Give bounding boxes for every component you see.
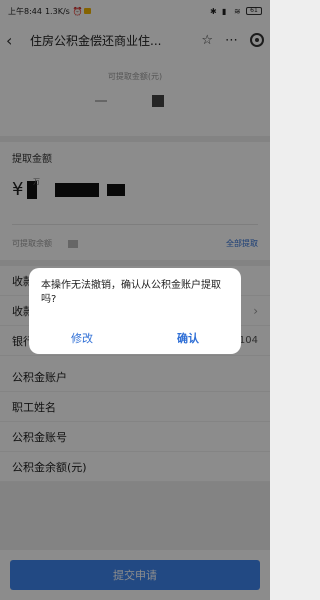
- dialog-modify-button[interactable]: 修改: [29, 324, 135, 354]
- dialog-message: 本操作无法撤销，确认从公积金账户提取吗?: [41, 280, 221, 305]
- dialog-confirm-button[interactable]: 确认: [135, 324, 241, 354]
- confirm-dialog: 本操作无法撤销，确认从公积金账户提取吗? 修改 确认: [29, 268, 241, 354]
